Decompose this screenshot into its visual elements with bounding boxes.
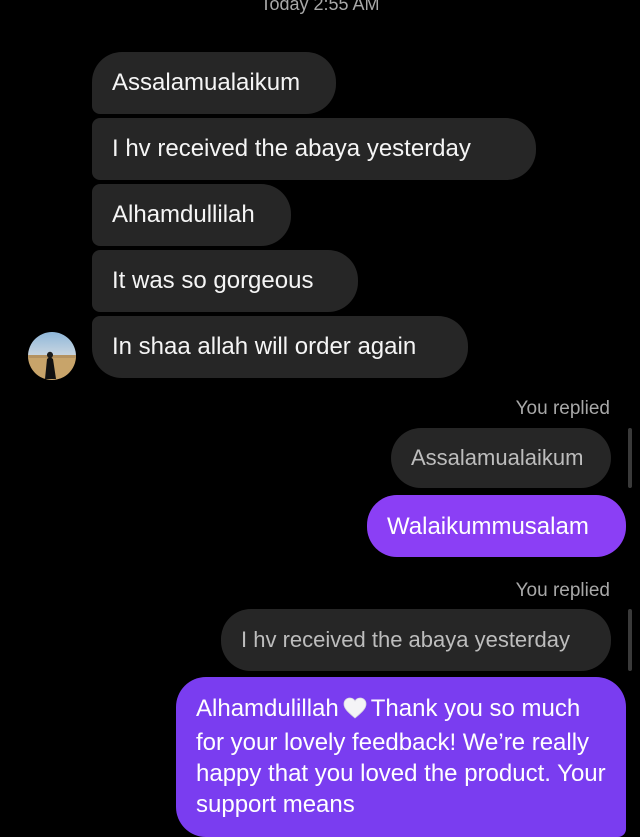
quoted-text: Assalamualaikum bbox=[411, 445, 584, 470]
quoted-message[interactable]: I hv received the abaya yesterday bbox=[221, 609, 611, 671]
sender-avatar[interactable] bbox=[28, 332, 76, 380]
outgoing-message[interactable]: Alhamdulillah Thank you so much for your … bbox=[176, 677, 626, 837]
quoted-text: I hv received the abaya yesterday bbox=[241, 627, 570, 652]
outgoing-message[interactable]: Walaikummusalam bbox=[367, 495, 626, 557]
you-replied-label: You replied bbox=[515, 398, 610, 419]
message-text: Assalamualaikum bbox=[112, 69, 301, 96]
message-text: Alhamdullilah bbox=[112, 201, 255, 228]
incoming-message[interactable]: In shaa allah will order again bbox=[92, 316, 468, 378]
quote-indicator-bar bbox=[628, 609, 632, 671]
incoming-message[interactable]: It was so gorgeous bbox=[92, 250, 358, 312]
incoming-message[interactable]: I hv received the abaya yesterday bbox=[92, 118, 536, 180]
user-avatar-icon bbox=[28, 332, 76, 380]
quoted-message[interactable]: Assalamualaikum bbox=[391, 428, 611, 488]
incoming-message[interactable]: Assalamualaikum bbox=[92, 52, 336, 114]
message-text: In shaa allah will order again bbox=[112, 333, 417, 360]
incoming-message[interactable]: Alhamdullilah bbox=[92, 184, 291, 246]
you-replied-label: You replied bbox=[515, 580, 610, 601]
message-text: It was so gorgeous bbox=[112, 267, 314, 294]
message-timestamp: Today 2:55 AM bbox=[260, 0, 380, 14]
white-heart-icon bbox=[343, 696, 367, 727]
quote-indicator-bar bbox=[628, 428, 632, 488]
message-text: Alhamdulillah bbox=[196, 695, 339, 722]
message-text: I hv received the abaya yesterday bbox=[112, 135, 471, 162]
message-text: Walaikummusalam bbox=[387, 512, 589, 540]
